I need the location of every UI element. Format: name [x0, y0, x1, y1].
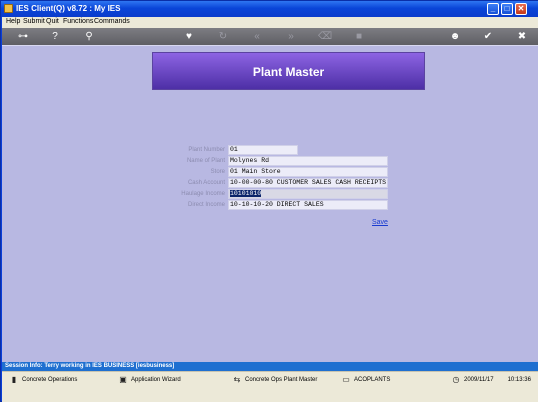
stop-icon[interactable]: ■ [352, 30, 366, 43]
menu-submit[interactable]: Submit [23, 18, 45, 25]
save-link[interactable]: Save [372, 219, 388, 226]
page-title: Plant Master [252, 65, 325, 79]
trash-icon[interactable]: ⌫ [318, 30, 332, 43]
status-datetime: ◷ 2009/11/17 10:13:36 [452, 375, 531, 385]
menu-functions[interactable]: Functions [63, 18, 93, 25]
minimize-button[interactable]: _ [487, 3, 499, 15]
direct-income-label: Direct Income [187, 202, 225, 208]
status-label: Concrete Ops Plant Master [245, 377, 318, 383]
status-time: 10:13:36 [507, 377, 531, 383]
clock-icon: ◷ [452, 375, 460, 384]
menu-commands[interactable]: Commands [94, 18, 130, 25]
truck-icon: ▮ [11, 375, 17, 384]
haulage-income-field[interactable]: 10101010 [228, 189, 388, 199]
status-date: 2009/11/17 [464, 377, 494, 383]
forward-icon[interactable]: » [284, 30, 298, 43]
window-title: IES Client(Q) v8.72 : My IES [16, 4, 121, 13]
app-icon [4, 4, 13, 13]
help-icon[interactable]: ? [48, 30, 62, 43]
person-icon[interactable]: ☻ [448, 30, 462, 43]
menu-quit[interactable]: Quit [46, 18, 59, 25]
main-content: Plant Master Plant Number 01 Name of Pla… [2, 45, 538, 362]
plant-number-field[interactable]: 01 [228, 145, 298, 155]
plant-name-field[interactable]: Molynes Rd [228, 156, 388, 166]
page-banner: Plant Master [152, 52, 425, 90]
menu-help[interactable]: Help [6, 18, 20, 25]
status-label: Concrete Operations [22, 377, 78, 383]
toolbar-close-icon[interactable]: ✖ [515, 30, 529, 43]
refresh-icon[interactable]: ↻ [216, 30, 230, 43]
wizard-icon: ▣ [119, 375, 127, 384]
status-label: ACOPLANTS [354, 377, 391, 383]
toolbar: ⊶ ? ⚲ ♥ ↻ « » ⌫ ■ ☻ ✔ ✖ [2, 28, 538, 45]
plant-number-label: Plant Number [188, 147, 225, 153]
rewind-icon[interactable]: « [250, 30, 264, 43]
status-application-wizard[interactable]: ▣ Application Wizard [119, 375, 181, 385]
plant-name-label: Name of Plant [186, 158, 225, 164]
heart-icon[interactable]: ♥ [182, 30, 196, 43]
session-info-bar: Session Info: Terry working in IES BUSIN… [2, 362, 538, 371]
cash-account-field[interactable]: 10-00-00-80 CUSTOMER SALES CASH RECEIPTS… [228, 178, 388, 188]
title-bar[interactable]: IES Client(Q) v8.72 : My IES _ □ ✕ [1, 1, 538, 17]
store-label: Store [210, 169, 225, 175]
haulage-income-label: Haulage Income [181, 191, 225, 197]
folder-icon: ▭ [342, 375, 350, 384]
check-icon[interactable]: ✔ [481, 30, 495, 43]
haulage-income-selection: 10101010 [230, 190, 262, 197]
store-field[interactable]: 01 Main Store [228, 167, 388, 177]
status-concrete-operations[interactable]: ▮ Concrete Operations [10, 375, 78, 385]
direct-income-field[interactable]: 10-10-10-20 DIRECT SALES [228, 200, 388, 210]
menu-bar: Help Submit Quit Functions Commands [2, 17, 538, 28]
status-label: Application Wizard [131, 377, 181, 383]
search-icon[interactable]: ⚲ [82, 30, 96, 43]
process-icon: ⇆ [233, 375, 241, 384]
app-window: IES Client(Q) v8.72 : My IES _ □ ✕ Help … [0, 0, 538, 402]
status-plant-master[interactable]: ⇆ Concrete Ops Plant Master [233, 375, 318, 385]
cash-account-label: Cash Account [187, 180, 225, 186]
status-bar: ▮ Concrete Operations ▣ Application Wiza… [2, 371, 538, 402]
maximize-button[interactable]: □ [501, 3, 513, 15]
key-icon[interactable]: ⊶ [12, 30, 34, 43]
close-window-button[interactable]: ✕ [515, 3, 527, 15]
status-acoplants[interactable]: ▭ ACOPLANTS [342, 375, 390, 385]
